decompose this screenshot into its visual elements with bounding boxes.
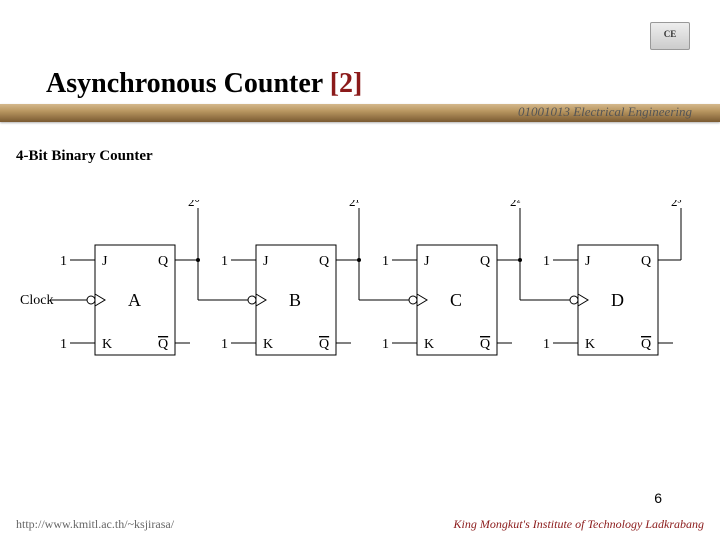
slide-title: Asynchronous Counter [2]: [46, 68, 362, 100]
svg-text:K: K: [102, 337, 112, 352]
svg-text:Clock: Clock: [20, 293, 53, 308]
footer-institution: King Mongkut's Institute of Technology L…: [454, 517, 704, 532]
svg-text:J: J: [585, 254, 591, 269]
title-bracket: [2]: [330, 68, 363, 99]
svg-text:1: 1: [60, 254, 67, 269]
course-code: 01001013 Electrical Engineering: [518, 104, 692, 120]
svg-text:1: 1: [221, 337, 228, 352]
svg-text:1: 1: [60, 337, 67, 352]
svg-text:J: J: [263, 254, 269, 269]
svg-text:C: C: [450, 290, 462, 310]
svg-text:2⁰: 2⁰: [188, 200, 200, 209]
page-number: 6: [654, 490, 662, 506]
svg-text:1: 1: [382, 337, 389, 352]
svg-text:2¹: 2¹: [349, 200, 360, 209]
flipflop-C: J Q K Q C 1 1 2²: [382, 200, 570, 355]
svg-text:1: 1: [543, 254, 550, 269]
flipflop-B: J Q K Q B 1 1 2¹: [221, 200, 409, 355]
svg-text:K: K: [263, 337, 273, 352]
svg-text:A: A: [128, 290, 141, 310]
svg-text:Q: Q: [158, 254, 168, 269]
svg-text:2³: 2³: [671, 200, 682, 209]
svg-text:D: D: [611, 290, 624, 310]
svg-text:K: K: [585, 337, 595, 352]
flipflop-D: J Q K Q D 1 1 2³: [543, 200, 682, 355]
svg-text:Q: Q: [641, 337, 651, 352]
svg-text:Q: Q: [641, 254, 651, 269]
svg-text:1: 1: [382, 254, 389, 269]
svg-text:B: B: [289, 290, 301, 310]
svg-text:Q: Q: [480, 254, 490, 269]
svg-text:J: J: [102, 254, 108, 269]
flipflop-A: J Q K Q A 1 1 Clock 2⁰: [20, 200, 248, 355]
svg-text:Q: Q: [319, 337, 329, 352]
subtitle: 4-Bit Binary Counter: [16, 148, 153, 165]
title-main: Asynchronous Counter: [46, 68, 330, 99]
svg-text:1: 1: [543, 337, 550, 352]
svg-text:2²: 2²: [510, 200, 521, 209]
svg-text:J: J: [424, 254, 430, 269]
svg-text:1: 1: [221, 254, 228, 269]
circuit-diagram: .box { fill: #fff; stroke: #000; stroke-…: [20, 200, 700, 400]
svg-text:Q: Q: [158, 337, 168, 352]
svg-text:Q: Q: [480, 337, 490, 352]
svg-text:Q: Q: [319, 254, 329, 269]
ce-logo: CE: [650, 22, 690, 50]
footer-url: http://www.kmitl.ac.th/~ksjirasa/: [16, 517, 174, 532]
svg-text:K: K: [424, 337, 434, 352]
